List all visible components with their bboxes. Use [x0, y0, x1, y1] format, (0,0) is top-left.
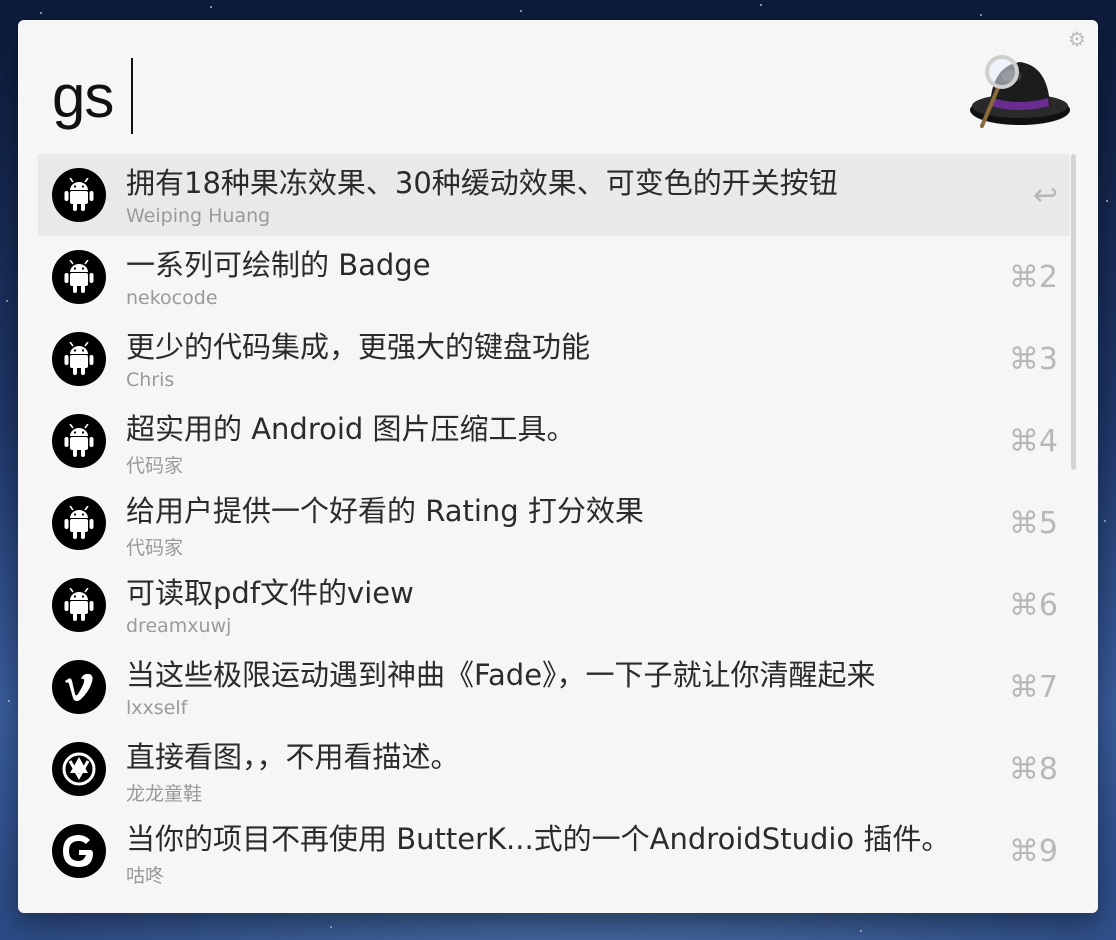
result-title: 给用户提供一个好看的 Rating 打分效果: [126, 494, 644, 528]
picasa-icon: [52, 742, 106, 796]
result-subtitle: 代码家: [126, 537, 184, 559]
result-row[interactable]: 超实用的 Android 图片压缩工具。 代码家 ⌘4: [38, 400, 1070, 482]
result-row[interactable]: 可读取pdf文件的view dreamxuwj ⌘6: [38, 564, 1070, 646]
gear-icon[interactable]: ⚙: [1066, 28, 1088, 50]
alfred-hat-logo: [970, 55, 1070, 128]
result-title: 当这些极限运动遇到神曲《Fade》，一下子就让你清醒起来: [126, 658, 876, 692]
alfred-window: gs ⚙ 拥有18种果冻效果、30种缓动效果、可变色的开关按钮 Weiping …: [18, 20, 1098, 913]
result-row[interactable]: 当这些极限运动遇到神曲《Fade》，一下子就让你清醒起来 lxxself ⌘7: [38, 646, 1070, 728]
android-icon: [52, 578, 106, 632]
return-key-icon: ↩: [1032, 178, 1058, 213]
result-shortcut: ⌘8: [1008, 752, 1058, 787]
result-title: 拥有18种果冻效果、30种缓动效果、可变色的开关按钮: [126, 166, 838, 200]
result-row[interactable]: 拥有18种果冻效果、30种缓动效果、可变色的开关按钮 Weiping Huang…: [38, 154, 1070, 236]
result-row[interactable]: 一系列可绘制的 Badge nekocode ⌘2: [38, 236, 1070, 318]
result-title: 超实用的 Android 图片压缩工具。: [126, 412, 576, 446]
result-row[interactable]: 更少的代码集成，更强大的键盘功能 Chris ⌘3: [38, 318, 1070, 400]
result-shortcut: ⌘6: [1008, 588, 1058, 623]
search-input[interactable]: gs: [52, 56, 134, 136]
result-row[interactable]: 当你的项目不再使用 ButterK...式的一个AndroidStudio 插件…: [38, 810, 1070, 892]
results-scrollbar[interactable]: [1071, 154, 1076, 470]
result-subtitle: Chris: [126, 369, 175, 391]
text-caret: [131, 58, 134, 134]
result-subtitle: dreamxuwj: [126, 615, 232, 637]
result-shortcut: ⌘4: [1008, 424, 1058, 459]
android-icon: [52, 250, 106, 304]
result-subtitle: Weiping Huang: [126, 205, 271, 227]
result-subtitle: 代码家: [126, 455, 184, 477]
result-shortcut: ⌘3: [1008, 342, 1058, 377]
result-shortcut: ⌘9: [1008, 834, 1058, 869]
result-subtitle: 咕咚: [126, 865, 165, 887]
result-shortcut: ⌘5: [1008, 506, 1058, 541]
results-list: 拥有18种果冻效果、30种缓动效果、可变色的开关按钮 Weiping Huang…: [38, 154, 1070, 892]
android-icon: [52, 332, 106, 386]
result-subtitle: lxxself: [126, 697, 188, 719]
google-icon: [52, 824, 106, 878]
result-title: 直接看图，，不用看描述。: [126, 740, 460, 774]
search-query-text: gs: [52, 62, 114, 130]
result-shortcut: ⌘7: [1008, 670, 1058, 705]
result-title: 一系列可绘制的 Badge: [126, 248, 431, 282]
result-title: 当你的项目不再使用 ButterK...式的一个AndroidStudio 插件…: [126, 822, 951, 856]
result-subtitle: nekocode: [126, 287, 218, 309]
android-icon: [52, 496, 106, 550]
android-icon: [52, 414, 106, 468]
result-row[interactable]: 直接看图，，不用看描述。 龙龙童鞋 ⌘8: [38, 728, 1070, 810]
vimeo-icon: [52, 660, 106, 714]
result-shortcut: ⌘2: [1008, 260, 1058, 295]
result-title: 更少的代码集成，更强大的键盘功能: [126, 330, 591, 364]
result-row[interactable]: 给用户提供一个好看的 Rating 打分效果 代码家 ⌘5: [38, 482, 1070, 564]
result-subtitle: 龙龙童鞋: [126, 783, 203, 805]
android-icon: [52, 168, 106, 222]
result-title: 可读取pdf文件的view: [126, 576, 414, 610]
